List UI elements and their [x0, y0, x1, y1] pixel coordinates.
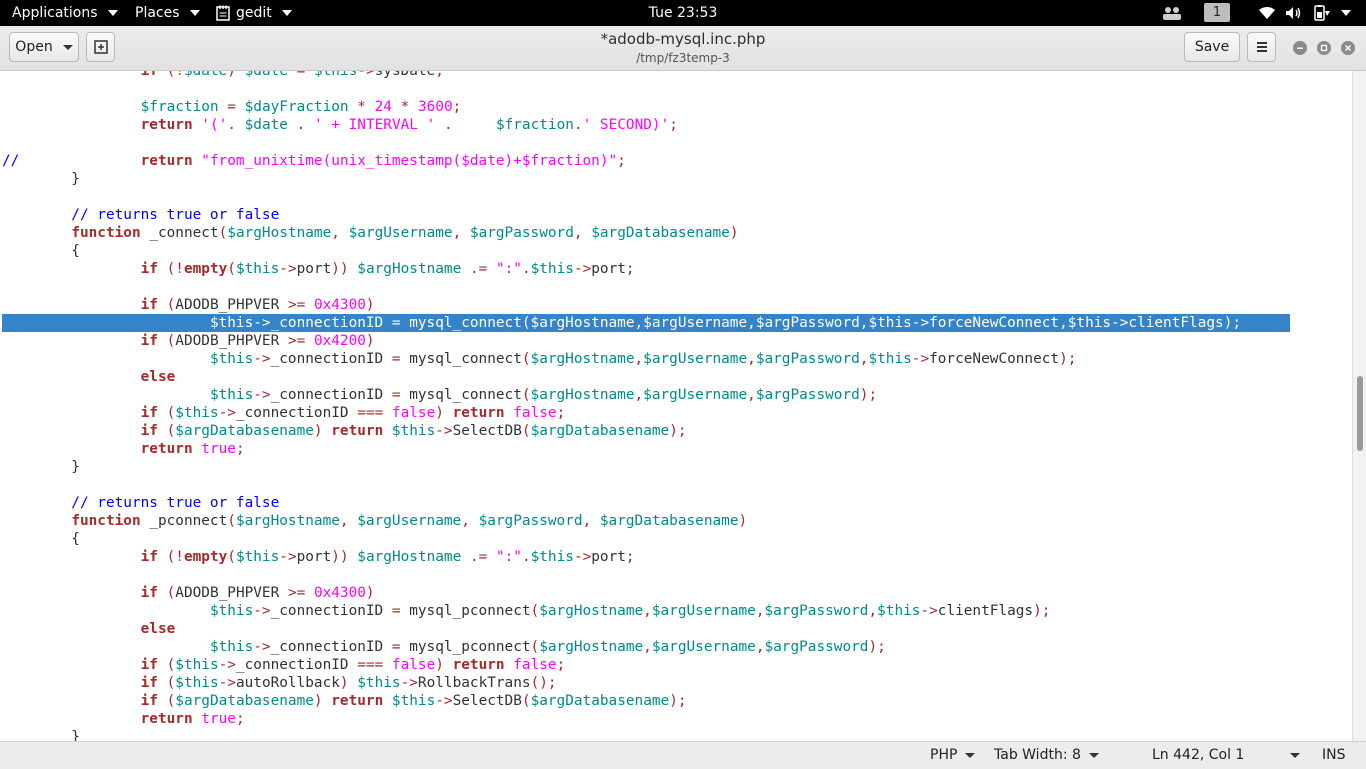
scrollbar-thumb[interactable] — [1357, 376, 1363, 451]
window-title: *adodb-mysql.inc.php — [600, 30, 766, 48]
code-line[interactable]: // returns true or false — [2, 494, 1290, 512]
applications-label: Applications — [12, 5, 98, 21]
close-icon — [1345, 45, 1351, 51]
header-bar: Open *adodb-mysql.inc.php /tmp/fz3temp-3… — [0, 26, 1366, 71]
minimize-button[interactable] — [1293, 41, 1307, 55]
code-line[interactable]: { — [2, 242, 1290, 260]
code-line[interactable]: } — [2, 458, 1290, 476]
language-label: PHP — [930, 747, 958, 763]
code-line[interactable]: function _pconnect($argHostname, $argUse… — [2, 512, 1290, 530]
cursor-position-label: Ln 442, Col 1 — [1152, 747, 1245, 763]
code-line[interactable]: if (ADODB_PHPVER >= 0x4300) — [2, 584, 1290, 602]
code-line[interactable]: $fraction = $dayFraction * 24 * 3600; — [2, 98, 1290, 116]
close-button[interactable] — [1341, 41, 1355, 55]
app-menu[interactable]: gedit — [216, 0, 292, 26]
insert-mode-indicator[interactable]: INS — [1322, 742, 1346, 768]
vertical-scrollbar[interactable] — [1352, 71, 1366, 741]
tab-width-selector[interactable]: Tab Width: 8 — [994, 742, 1099, 768]
code-line[interactable]: ​ — [2, 188, 1290, 206]
hamburger-menu-button[interactable] — [1247, 32, 1276, 62]
code-line[interactable]: // returns true or false — [2, 206, 1290, 224]
code-line[interactable]: ​ — [2, 476, 1290, 494]
code-line[interactable]: $this->_connectionID = mysql_pconnect($a… — [2, 638, 1290, 656]
code-line[interactable]: $this->_connectionID = mysql_connect($ar… — [2, 386, 1290, 404]
save-button[interactable]: Save — [1184, 32, 1240, 62]
applications-menu[interactable]: Applications — [12, 0, 118, 26]
code-view[interactable]: if (!$date) $date = $this->sysDate;​ $fr… — [2, 71, 1290, 741]
code-line[interactable]: return true; — [2, 710, 1290, 728]
minimize-icon — [1297, 47, 1303, 49]
chevron-down-icon — [281, 10, 292, 16]
code-line[interactable]: if ($argDatabasename) return $this->Sele… — [2, 692, 1290, 710]
code-editor[interactable]: if (!$date) $date = $this->sysDate;​ $fr… — [0, 71, 1352, 741]
places-menu[interactable]: Places — [135, 0, 200, 26]
code-line[interactable]: if ($this->_connectionID === false) retu… — [2, 404, 1290, 422]
code-line[interactable]: { — [2, 530, 1290, 548]
chevron-down-icon — [189, 10, 200, 16]
chevron-down-icon — [1290, 752, 1301, 758]
notepad-icon — [216, 5, 230, 21]
hamburger-icon — [1256, 42, 1267, 52]
battery-icon[interactable] — [1312, 3, 1332, 23]
places-label: Places — [135, 5, 180, 21]
code-line[interactable]: } — [2, 728, 1290, 741]
workspace-number: 1 — [1212, 5, 1222, 20]
chevron-down-icon — [1341, 10, 1351, 16]
code-line[interactable]: return true; — [2, 440, 1290, 458]
code-line[interactable]: if (ADODB_PHPVER >= 0x4300) — [2, 296, 1290, 314]
save-label: Save — [1194, 39, 1230, 55]
language-selector[interactable]: PHP — [930, 742, 976, 768]
wifi-icon[interactable] — [1258, 3, 1276, 23]
code-line[interactable]: ​ — [2, 80, 1290, 98]
code-line[interactable]: $this->_connectionID = mysql_pconnect($a… — [2, 602, 1290, 620]
code-line[interactable]: else — [2, 368, 1290, 386]
workspace-indicator[interactable]: 1 — [1204, 3, 1230, 22]
code-line[interactable]: $this->_connectionID = mysql_connect($ar… — [2, 314, 1290, 332]
volume-icon[interactable] — [1285, 3, 1303, 23]
top-bar: Applications Places gedit Tue 23:53 1 — [0, 0, 1366, 26]
code-line[interactable]: ​ — [2, 278, 1290, 296]
code-line[interactable]: $this->_connectionID = mysql_connect($ar… — [2, 350, 1290, 368]
system-menu[interactable] — [1340, 3, 1352, 23]
code-line[interactable]: ​ — [2, 566, 1290, 584]
maximize-button[interactable] — [1317, 41, 1331, 55]
code-line[interactable]: function _connect($argHostname, $argUser… — [2, 224, 1290, 242]
app-name-label: gedit — [236, 5, 272, 21]
clock-label: Tue 23:53 — [648, 5, 718, 21]
code-line[interactable]: if (ADODB_PHPVER >= 0x4200) — [2, 332, 1290, 350]
code-line[interactable]: if ($this->autoRollback) $this->Rollback… — [2, 674, 1290, 692]
insert-mode-label: INS — [1322, 747, 1346, 763]
code-line[interactable]: else — [2, 620, 1290, 638]
code-line[interactable]: } — [2, 170, 1290, 188]
code-line[interactable]: // return "from_unixtime(unix_timestamp(… — [2, 152, 1290, 170]
code-line[interactable]: if (!$date) $date = $this->sysDate; — [2, 71, 1290, 80]
code-line[interactable]: if (!empty($this->port)) $argHostname .=… — [2, 260, 1290, 278]
chevron-down-icon — [965, 752, 976, 758]
chevron-down-icon — [1088, 752, 1099, 758]
cursor-position-selector[interactable]: Ln 442, Col 1 — [1152, 742, 1301, 768]
code-line[interactable]: if (!empty($this->port)) $argHostname .=… — [2, 548, 1290, 566]
maximize-icon — [1320, 44, 1328, 52]
code-line[interactable]: return '('. $date . ' + INTERVAL ' . $fr… — [2, 116, 1290, 134]
status-bar: PHP Tab Width: 8 Ln 442, Col 1 INS — [0, 741, 1366, 769]
code-line[interactable]: if ($this->_connectionID === false) retu… — [2, 656, 1290, 674]
tab-width-label: Tab Width: 8 — [994, 747, 1081, 763]
chevron-down-icon — [107, 10, 118, 16]
code-line[interactable]: ​ — [2, 134, 1290, 152]
people-icon[interactable] — [1162, 3, 1182, 23]
code-line[interactable]: if ($argDatabasename) return $this->Sele… — [2, 422, 1290, 440]
window-subtitle: /tmp/fz3temp-3 — [636, 51, 730, 65]
